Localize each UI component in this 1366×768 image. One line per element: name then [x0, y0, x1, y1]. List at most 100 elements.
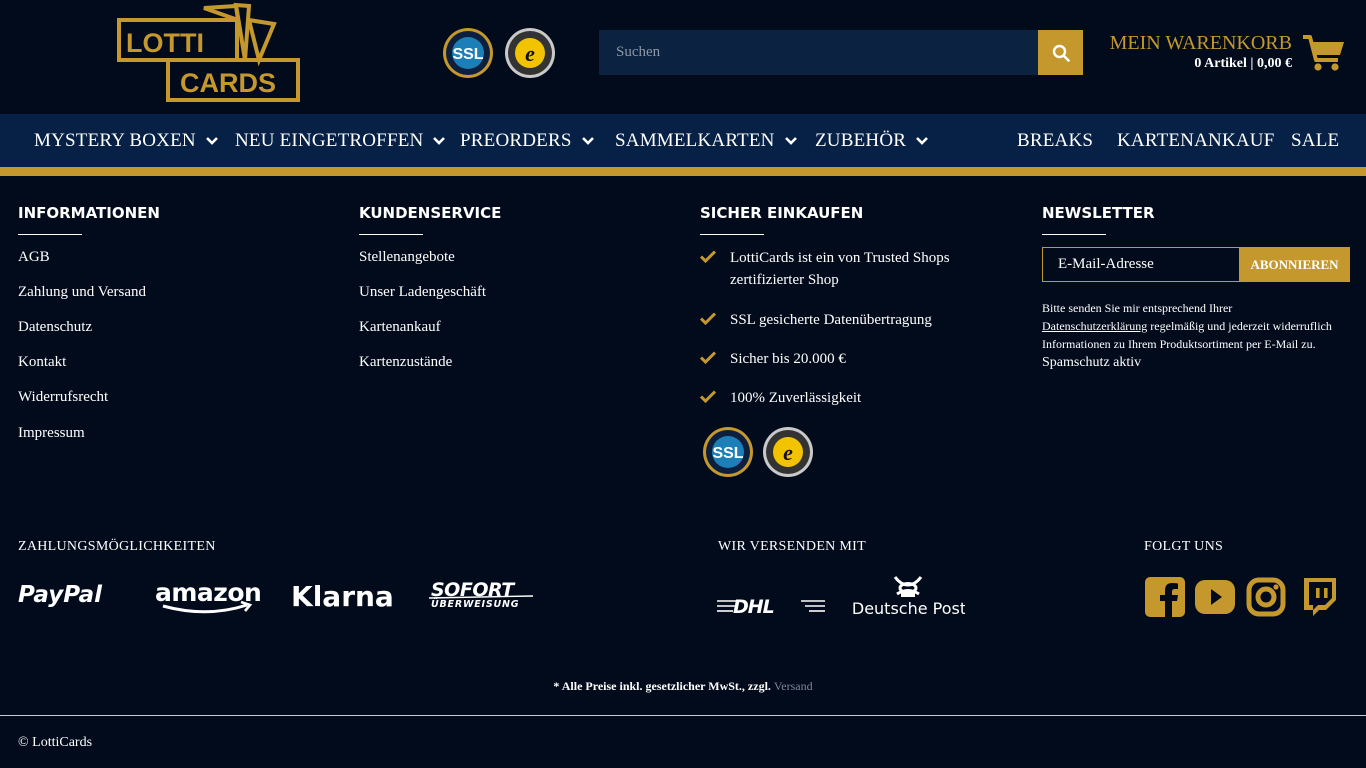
facebook-icon[interactable]: [1144, 576, 1186, 618]
nav-item-label: PREORDERS: [460, 129, 572, 151]
nav-item-label: ZUBEHÖR: [815, 129, 907, 151]
checkmark-icon: [700, 390, 716, 403]
dhl-logo: DHL: [717, 596, 825, 616]
newsletter-form: ABONNIEREN: [1042, 247, 1350, 282]
search-input[interactable]: [599, 30, 1038, 75]
trust-item: LottiCards ist ein von Trusted Shops zert…: [700, 247, 950, 291]
nav-item-label: NEU EINGETROFFEN: [235, 129, 424, 151]
link-datenschutz[interactable]: Datenschutz: [18, 319, 92, 336]
payment-title: ZAHLUNGSMÖGLICHKEITEN: [18, 539, 216, 554]
column-divider: [18, 234, 82, 235]
trust-item: SSL gesicherte Datenübertragung: [700, 309, 932, 331]
nav-item-label: SALE: [1291, 129, 1340, 151]
link-kartenzustaende[interactable]: Kartenzustände: [359, 354, 452, 371]
amazon-logo: amazon: [155, 578, 262, 614]
column-divider: [1042, 234, 1106, 235]
nav-item-sammelkarten[interactable]: SAMMELKARTEN: [615, 114, 798, 167]
paypal-logo: PayPal: [18, 582, 103, 608]
trust-item-text: 100% Zuverlässigkeit: [730, 390, 862, 406]
link-impressum[interactable]: Impressum: [18, 425, 85, 442]
column-title: NEWSLETTER: [1042, 204, 1155, 222]
link-agb[interactable]: AGB: [18, 249, 50, 266]
link-widerrufsrecht[interactable]: Widerrufsrecht: [18, 389, 108, 406]
column-title: INFORMATIONEN: [18, 204, 160, 222]
svg-text:Klarna: Klarna: [291, 580, 394, 611]
search-button[interactable]: [1038, 30, 1083, 75]
nav-item-mystery-boxen[interactable]: MYSTERY BOXEN: [34, 114, 219, 167]
svg-text:SSL: SSL: [452, 46, 483, 63]
sofort-logo: SOFORT ÜBERWEISUNG: [429, 580, 534, 610]
subscribe-button[interactable]: ABONNIEREN: [1239, 247, 1350, 282]
trust-item: Sicher bis 20.000 €: [700, 348, 846, 370]
trust-item: 100% Zuverlässigkeit: [700, 387, 861, 409]
nav-accent-bar: [0, 167, 1366, 176]
svg-text:SSL: SSL: [712, 445, 743, 462]
cart-widget[interactable]: MEIN WARENKORB 0 Artikel | 0,00 €: [1110, 30, 1348, 76]
nav-item-neu-eingetroffen[interactable]: NEU EINGETROFFEN: [235, 114, 446, 167]
ssl-seal-icon: SSL: [443, 28, 493, 78]
kundenservice-column: KUNDENSERVICE: [359, 204, 501, 235]
trust-item-text: SSL gesicherte Datenübertragung: [730, 312, 932, 328]
chevron-down-icon: [784, 136, 798, 146]
sicher-einkaufen-column: SICHER EINKAUFEN: [700, 204, 863, 235]
nav-item-label: SAMMELKARTEN: [615, 129, 775, 151]
privacy-policy-link[interactable]: Datenschutzerklärung: [1042, 319, 1147, 333]
checkmark-icon: [700, 312, 716, 325]
trust-item-text: Sicher bis 20.000 €: [730, 351, 846, 367]
cart-title: MEIN WARENKORB: [1109, 32, 1292, 54]
checkmark-icon: [700, 351, 716, 364]
twitch-icon[interactable]: [1298, 576, 1340, 618]
chevron-down-icon: [581, 136, 595, 146]
price-note: * Alle Preise inkl. gesetzlicher MwSt., …: [553, 679, 813, 693]
chevron-down-icon: [205, 136, 219, 146]
footer-divider: [0, 715, 1366, 716]
nav-item-kartenankauf[interactable]: KARTENANKAUF: [1117, 114, 1274, 167]
youtube-icon[interactable]: [1194, 576, 1236, 618]
spam-protection-label: Spamschutz aktiv: [1042, 355, 1142, 370]
site-header: LOTTI CARDS SSL e MEIN WARENKORB 0 Artik…: [0, 0, 1366, 114]
trust-item-text: LottiCards ist ein von Trusted Shops zert…: [730, 250, 950, 288]
checkmark-icon: [700, 250, 716, 263]
link-zahlung-versand[interactable]: Zahlung und Versand: [18, 284, 146, 301]
nav-item-label: MYSTERY BOXEN: [34, 129, 196, 151]
nav-item-zubehoer[interactable]: ZUBEHÖR: [815, 114, 929, 167]
svg-text:CARDS: CARDS: [180, 68, 276, 98]
trusted-shops-seal-icon: e: [763, 427, 813, 477]
deutsche-post-logo: Deutsche Post: [853, 576, 965, 618]
nav-item-preorders[interactable]: PREORDERS: [460, 114, 595, 167]
link-stellenangebote[interactable]: Stellenangebote: [359, 249, 455, 266]
main-navigation: MYSTERY BOXEN NEU EINGETROFFEN PREORDERS…: [0, 114, 1366, 167]
nav-item-sale[interactable]: SALE: [1291, 114, 1339, 167]
chevron-down-icon: [915, 136, 929, 146]
email-field[interactable]: [1042, 247, 1239, 282]
klarna-logo: Klarna: [291, 580, 394, 611]
informationen-column: INFORMATIONEN: [18, 204, 160, 235]
link-ladengeschaeft[interactable]: Unser Ladengeschäft: [359, 284, 486, 301]
svg-text:e: e: [783, 440, 793, 465]
instagram-icon[interactable]: [1245, 576, 1287, 618]
svg-text:Deutsche Post: Deutsche Post: [853, 599, 965, 618]
column-title: KUNDENSERVICE: [359, 204, 502, 222]
lotticards-logo[interactable]: LOTTI CARDS: [116, 2, 302, 104]
cart-summary: 0 Artikel | 0,00 €: [1194, 56, 1292, 71]
trusted-shops-seal-icon: e: [505, 28, 555, 78]
copyright: © LottiCards: [18, 735, 93, 750]
svg-text:e: e: [525, 41, 535, 66]
svg-text:ÜBERWEISUNG: ÜBERWEISUNG: [431, 599, 519, 610]
shopping-cart-icon: [1303, 35, 1344, 71]
shipping-link[interactable]: Versand: [774, 679, 813, 693]
column-divider: [359, 234, 423, 235]
svg-text:LOTTI: LOTTI: [126, 28, 204, 58]
chevron-down-icon: [432, 136, 446, 146]
svg-text:PayPal: PayPal: [18, 582, 103, 608]
search-icon: [1052, 44, 1070, 62]
column-title: SICHER EINKAUFEN: [700, 204, 864, 222]
newsletter-consent-text: Bitte senden Sie mir entsprechend Ihrer D…: [1042, 301, 1332, 351]
nav-item-breaks[interactable]: BREAKS: [1017, 114, 1093, 167]
svg-text:DHL: DHL: [733, 596, 774, 616]
link-kontakt[interactable]: Kontakt: [18, 354, 66, 371]
link-kartenankauf[interactable]: Kartenankauf: [359, 319, 441, 336]
shipping-title: WIR VERSENDEN MIT: [718, 539, 866, 554]
search-bar: [599, 30, 1083, 75]
newsletter-column: NEWSLETTER: [1042, 204, 1155, 235]
